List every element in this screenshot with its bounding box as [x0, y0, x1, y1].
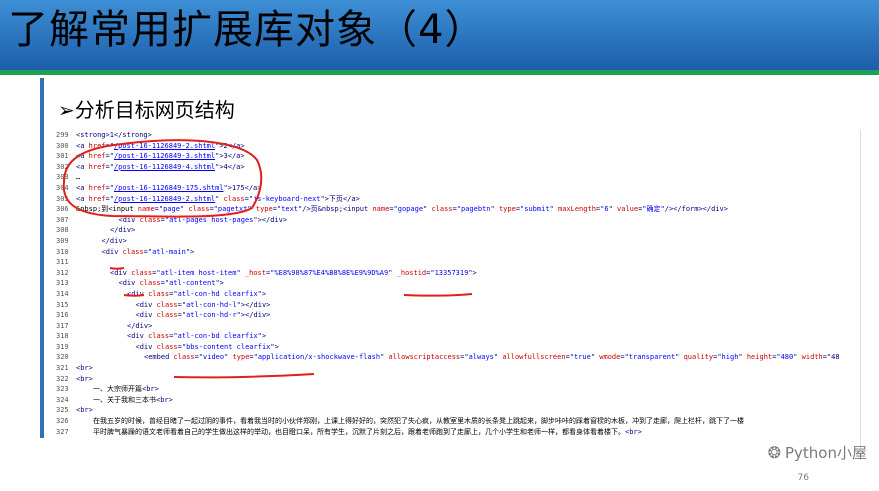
- line-code: <div class="atl-con-hd-l"></div>: [135, 300, 271, 309]
- line-code: <br>: [76, 364, 93, 373]
- code-line: 319 <div class="bbs-content clearfix">: [52, 342, 860, 353]
- code-line: 311: [52, 257, 860, 268]
- line-number: 322: [56, 374, 69, 383]
- line-code: <a href="/post-16-1126849-2.shtml" class…: [76, 194, 360, 203]
- code-line: 327 平时脾气暴躁的语文老师看着自己的学生做出这样的举动，也目瞪口呆，所有学生，…: [52, 427, 860, 438]
- code-line: 321 <br>: [52, 363, 860, 374]
- slide-title: 了解常用扩展库对象（4）: [8, 7, 486, 53]
- code-line: 313 <div class="atl-content">: [52, 278, 860, 289]
- line-number: 313: [56, 279, 69, 288]
- line-number: 306: [56, 205, 69, 214]
- line-code: </div>: [127, 321, 153, 330]
- line-number: 327: [56, 427, 69, 436]
- line-number: 299: [56, 131, 69, 139]
- line-number: 309: [56, 236, 69, 245]
- line-number: 307: [56, 215, 69, 224]
- line-number: 315: [56, 300, 69, 309]
- line-number: 323: [56, 385, 69, 394]
- line-code: <embed class="video" type="application/x…: [144, 353, 840, 362]
- line-code: <div class="atl-item host-item" _host="%…: [110, 268, 477, 277]
- line-code: <div class="atl-main">: [101, 247, 195, 256]
- line-code: <br>: [76, 406, 93, 415]
- code-line: 325 <br>: [52, 405, 860, 416]
- code-line: 301 <a href="/post-16-1126849-3.shtml">3<…: [52, 151, 860, 162]
- code-line: 320 <embed class="video" type="applicatio…: [52, 352, 860, 363]
- line-number: 316: [56, 311, 69, 320]
- line-code: 平时脾气暴躁的语文老师看着自己的学生做出这样的举动，也目瞪口呆，所有学生，沉默了…: [93, 427, 642, 436]
- code-line: 315 <div class="atl-con-hd-l"></div>: [52, 300, 860, 311]
- watermark-text: Python小屋: [785, 444, 867, 462]
- line-number: 310: [56, 247, 69, 256]
- code-line: 306 &nbsp;到<input name="page" class="page…: [52, 204, 860, 215]
- code-line: 317 </div>: [52, 321, 860, 332]
- source-code-panel: 299 <strong>1</strong> 300 <a href="/post-1…: [52, 130, 861, 460]
- code-line: 316 <div class="atl-con-hd-r"></div>: [52, 310, 860, 321]
- code-line: 303 …: [52, 172, 860, 183]
- line-number: 324: [56, 395, 69, 404]
- line-code: <div class="atl-con-hd clearfix">: [127, 289, 267, 298]
- line-number: 314: [56, 289, 69, 298]
- line-code: <a href="/post-16-1126849-2.shtml">2</a>: [76, 141, 245, 150]
- code-line: 322 <br>: [52, 374, 860, 385]
- line-code: …: [76, 173, 81, 182]
- line-code: <strong>1</strong>: [76, 131, 152, 139]
- line-code: <div class="atl-pages host-pages"></div>: [118, 215, 288, 224]
- line-code: 一、关于我和三本书<br>: [93, 395, 173, 404]
- code-line: 305 <a href="/post-16-1126849-2.shtml" cl…: [52, 194, 860, 205]
- line-code: </div>: [110, 226, 136, 235]
- code-line: 324 一、关于我和三本书<br>: [52, 395, 860, 406]
- code-line: 318 <div class="atl-con-bd clearfix">: [52, 331, 860, 342]
- code-line: 299 <strong>1</strong>: [52, 130, 860, 141]
- line-number: 300: [56, 141, 69, 150]
- line-code: <div class="atl-con-hd-r"></div>: [135, 311, 271, 320]
- line-number: 319: [56, 342, 69, 351]
- line-number: 304: [56, 183, 69, 192]
- line-code: <a href="/post-16-1126849-3.shtml">3</a>: [76, 152, 245, 161]
- line-code: <div class="bbs-content clearfix">: [135, 342, 279, 351]
- code-line: 307 <div class="atl-pages host-pages"></d…: [52, 215, 860, 226]
- code-line: 304 <a href="/post-16-1126849-175.shtml">…: [52, 183, 860, 194]
- wechat-icon: ❂: [767, 443, 781, 462]
- line-number: 325: [56, 406, 69, 415]
- line-number: 318: [56, 332, 69, 341]
- line-code: 一、大宗师开篇<br>: [93, 385, 159, 394]
- line-code: 在我五岁的时候，曾经目睹了一起过阴的事件，看着我当时的小伙伴郑刚，上课上得好好的…: [93, 417, 744, 426]
- code-line: 302 <a href="/post-16-1126849-4.shtml">4<…: [52, 162, 860, 173]
- slide-subtitle: ➢分析目标网页结构: [58, 98, 235, 122]
- line-number: 308: [56, 226, 69, 235]
- line-number: 301: [56, 152, 69, 161]
- code-line: 326 在我五岁的时候，曾经目睹了一起过阴的事件，看着我当时的小伙伴郑刚，上课上得…: [52, 416, 860, 427]
- page-number: 76: [797, 473, 809, 483]
- code-line: 300 <a href="/post-16-1126849-2.shtml">2<…: [52, 141, 860, 152]
- line-number: 312: [56, 268, 69, 277]
- line-code: &nbsp;到<input name="page" class="pagetxt…: [76, 205, 728, 214]
- code-line: 312 <div class="atl-item host-item" _host…: [52, 268, 860, 279]
- code-line: 314 <div class="atl-con-hd clearfix">: [52, 289, 860, 300]
- code-line: 309 </div>: [52, 236, 860, 247]
- line-number: 302: [56, 162, 69, 171]
- line-code: <a href="/post-16-1126849-4.shtml">4</a>: [76, 162, 245, 171]
- code-line: 310 <div class="atl-main">: [52, 247, 860, 258]
- line-code: </div>: [101, 236, 127, 245]
- line-number: 303: [56, 173, 69, 182]
- code-line: 323 一、大宗师开篇<br>: [52, 384, 860, 395]
- line-number: 321: [56, 364, 69, 373]
- line-number: 320: [56, 353, 69, 362]
- line-code: <div class="atl-con-bd clearfix">: [127, 332, 267, 341]
- watermark: ❂ Python小屋: [768, 442, 867, 463]
- line-number: 326: [56, 417, 69, 426]
- line-number: 305: [56, 194, 69, 203]
- line-code: <br>: [76, 374, 93, 383]
- line-number: 317: [56, 321, 69, 330]
- line-code: <a href="/post-16-1126849-175.shtml">175…: [76, 183, 262, 192]
- title-divider: [0, 70, 879, 75]
- left-rule: [40, 78, 44, 438]
- line-code: <div class="atl-content">: [118, 279, 224, 288]
- code-line: 308 </div>: [52, 225, 860, 236]
- line-number: 311: [56, 258, 69, 267]
